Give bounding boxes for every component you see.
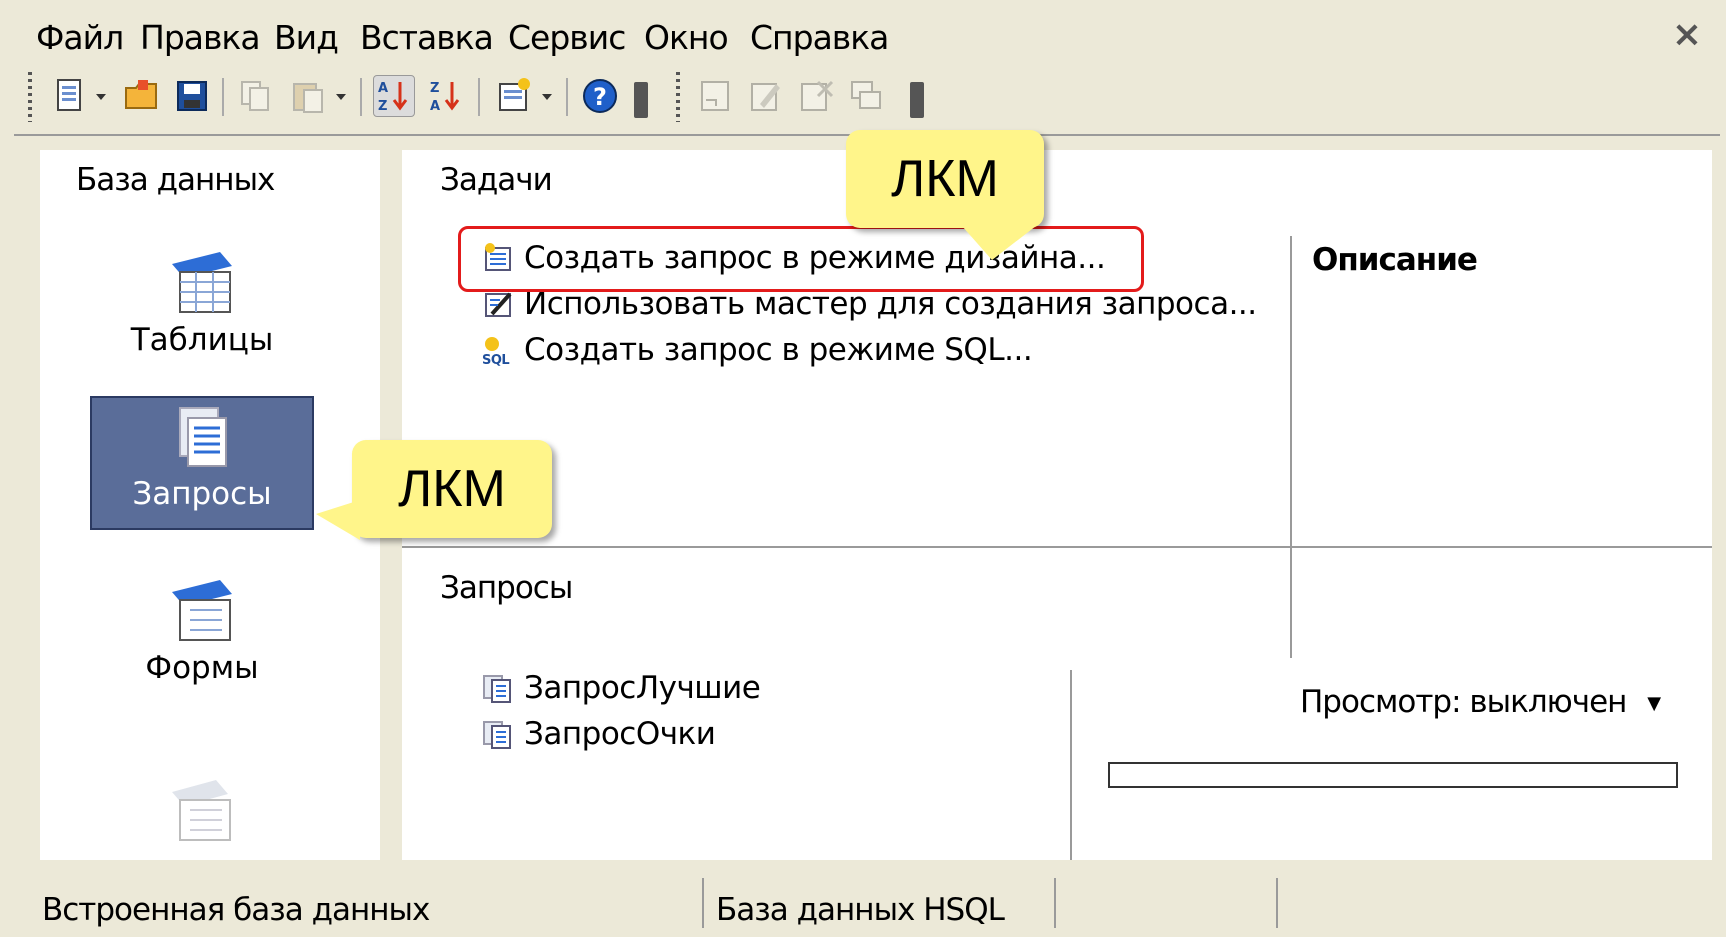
queries-title: Запросы xyxy=(440,570,573,606)
callout-text: ЛКМ xyxy=(891,150,999,208)
menu-insert[interactable]: Вставка xyxy=(360,18,494,57)
query-item[interactable]: ЗапросОчки xyxy=(482,716,716,752)
chevron-down-icon: ▼ xyxy=(1647,693,1661,714)
preview-label: Просмотр: выключен xyxy=(1300,684,1627,720)
toolbar-separator xyxy=(360,78,362,116)
query-label: ЗапросОчки xyxy=(524,716,716,752)
toolbar-grip[interactable] xyxy=(28,72,32,122)
forms-icon xyxy=(166,574,238,646)
toolbar-separator xyxy=(566,78,568,116)
query-item[interactable]: ЗапросЛучшие xyxy=(482,670,761,706)
open-object-icon[interactable] xyxy=(696,76,736,116)
task-label: Создать запрос в режиме SQL... xyxy=(524,332,1033,368)
toolbar-overflow-icon[interactable] xyxy=(634,82,648,118)
status-separator xyxy=(1054,878,1056,928)
query-icon xyxy=(482,672,514,704)
svg-text:SQL: SQL xyxy=(482,353,509,366)
query-icon xyxy=(482,718,514,750)
toolbar-grip[interactable] xyxy=(676,72,680,122)
nav-item-label: Запросы xyxy=(132,476,272,512)
menu-window[interactable]: Окно xyxy=(644,18,729,57)
status-dbtype: База данных HSQL xyxy=(716,892,1005,928)
sql-icon: SQL xyxy=(482,334,514,368)
close-icon[interactable]: × xyxy=(1672,14,1702,55)
menu-tools[interactable]: Сервис xyxy=(508,18,626,57)
highlight-box xyxy=(458,226,1144,292)
callout-tail xyxy=(316,500,360,540)
copy-icon[interactable] xyxy=(236,76,276,116)
main-panel: Задачи Создать запрос в режиме дизайна..… xyxy=(402,150,1712,860)
callout-text: ЛКМ xyxy=(398,460,506,518)
menu-file[interactable]: Файл xyxy=(36,18,124,57)
new-document-icon[interactable] xyxy=(50,76,90,116)
chevron-down-icon[interactable] xyxy=(96,94,106,100)
toolbar-separator xyxy=(222,78,224,116)
nav-item-forms[interactable]: Формы xyxy=(92,570,312,690)
nav-item-label: Таблицы xyxy=(130,322,274,358)
tasks-title: Задачи xyxy=(440,162,553,198)
preview-dropdown[interactable]: Просмотр: выключен ▼ xyxy=(1300,684,1661,720)
callout-middle: ЛКМ xyxy=(316,440,552,540)
sort-descending-icon[interactable]: ZA xyxy=(426,76,466,116)
menu-edit[interactable]: Правка xyxy=(140,18,261,57)
task-create-sql[interactable]: SQL Создать запрос в режиме SQL... xyxy=(482,332,1033,368)
description-divider xyxy=(1290,236,1292,658)
paste-icon[interactable] xyxy=(288,76,328,116)
wizard-icon xyxy=(482,288,514,320)
queries-icon xyxy=(166,402,238,474)
section-divider xyxy=(402,546,1712,548)
toolbar-separator xyxy=(478,78,480,116)
sort-ascending-icon[interactable]: AZ xyxy=(373,75,415,117)
menu-help[interactable]: Справка xyxy=(750,18,889,57)
callout-tail xyxy=(962,226,1036,260)
form-wizard-icon[interactable] xyxy=(494,76,534,116)
description-title: Описание xyxy=(1312,242,1478,278)
preview-divider xyxy=(1070,670,1072,860)
chevron-down-icon[interactable] xyxy=(336,94,346,100)
edit-object-icon[interactable] xyxy=(746,76,786,116)
help-icon[interactable]: ? xyxy=(580,76,620,116)
toolbar: AZ ZA ? xyxy=(14,62,1720,132)
menu-bar: Файл Правка Вид Вставка Сервис Окно Спра… xyxy=(14,0,1720,62)
status-separator xyxy=(702,878,704,928)
status-embedded: Встроенная база данных xyxy=(42,892,430,928)
database-panel-title: База данных xyxy=(76,162,275,198)
save-icon[interactable] xyxy=(172,76,212,116)
svg-text:A: A xyxy=(378,81,388,96)
reports-icon xyxy=(166,772,238,844)
delete-object-icon[interactable] xyxy=(796,76,836,116)
svg-text:Z: Z xyxy=(430,81,439,96)
toolbar-overflow-icon[interactable] xyxy=(910,82,924,118)
status-separator xyxy=(1276,878,1278,928)
rename-object-icon[interactable] xyxy=(846,76,886,116)
svg-text:Z: Z xyxy=(378,99,387,114)
nav-item-reports[interactable] xyxy=(92,768,312,848)
menu-view[interactable]: Вид xyxy=(274,18,339,57)
nav-item-tables[interactable]: Таблицы xyxy=(92,242,312,362)
svg-text:A: A xyxy=(430,99,440,114)
open-folder-icon[interactable] xyxy=(122,76,162,116)
callout-top: ЛКМ xyxy=(846,130,1044,260)
status-bar: Встроенная база данных База данных HSQL xyxy=(14,870,1720,937)
nav-item-label: Формы xyxy=(145,650,259,686)
tables-icon xyxy=(166,246,238,318)
query-label: ЗапросЛучшие xyxy=(524,670,761,706)
preview-field xyxy=(1108,762,1678,788)
chevron-down-icon[interactable] xyxy=(542,94,552,100)
nav-item-queries[interactable]: Запросы xyxy=(90,396,314,530)
svg-text:?: ? xyxy=(593,83,607,111)
